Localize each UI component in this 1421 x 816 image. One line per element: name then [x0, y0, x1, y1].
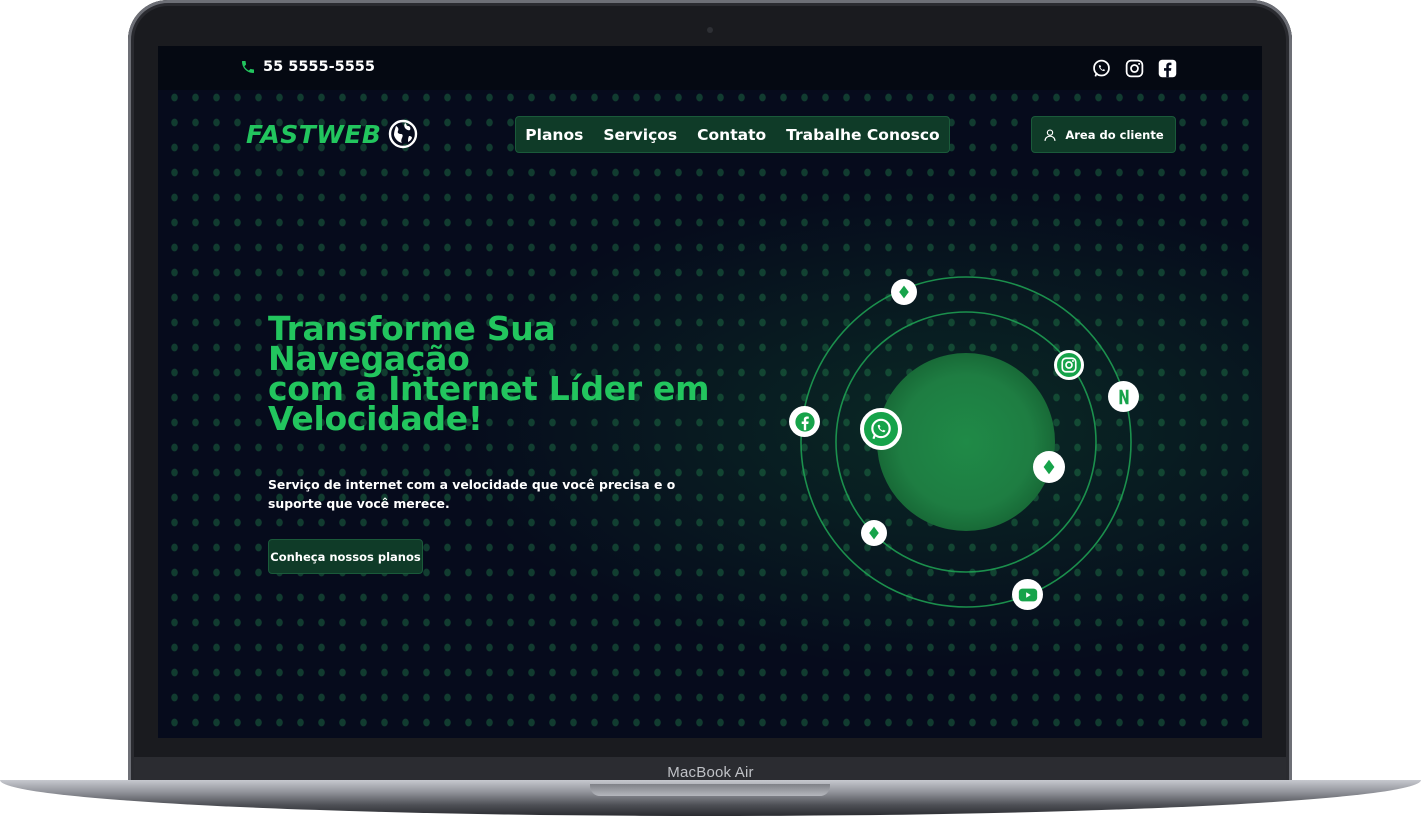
planet-circle: [877, 353, 1055, 531]
camera-icon: [707, 27, 713, 33]
netflix-icon: [1108, 381, 1139, 412]
diamond-icon: [891, 279, 917, 305]
laptop-notch: [590, 784, 830, 796]
facebook-icon: [789, 406, 820, 437]
instagram-icon: [1054, 350, 1084, 380]
youtube-icon: [1012, 579, 1043, 610]
orbit-graphic: [800, 276, 1132, 608]
device-label: MacBook Air: [667, 764, 754, 781]
website-screen: 55 5555-5555 FASTWEB Planos Serviços Con…: [158, 46, 1262, 738]
diamond-icon: [861, 520, 887, 546]
whatsapp-icon: [860, 408, 902, 450]
diamond-icon: [1033, 451, 1065, 483]
